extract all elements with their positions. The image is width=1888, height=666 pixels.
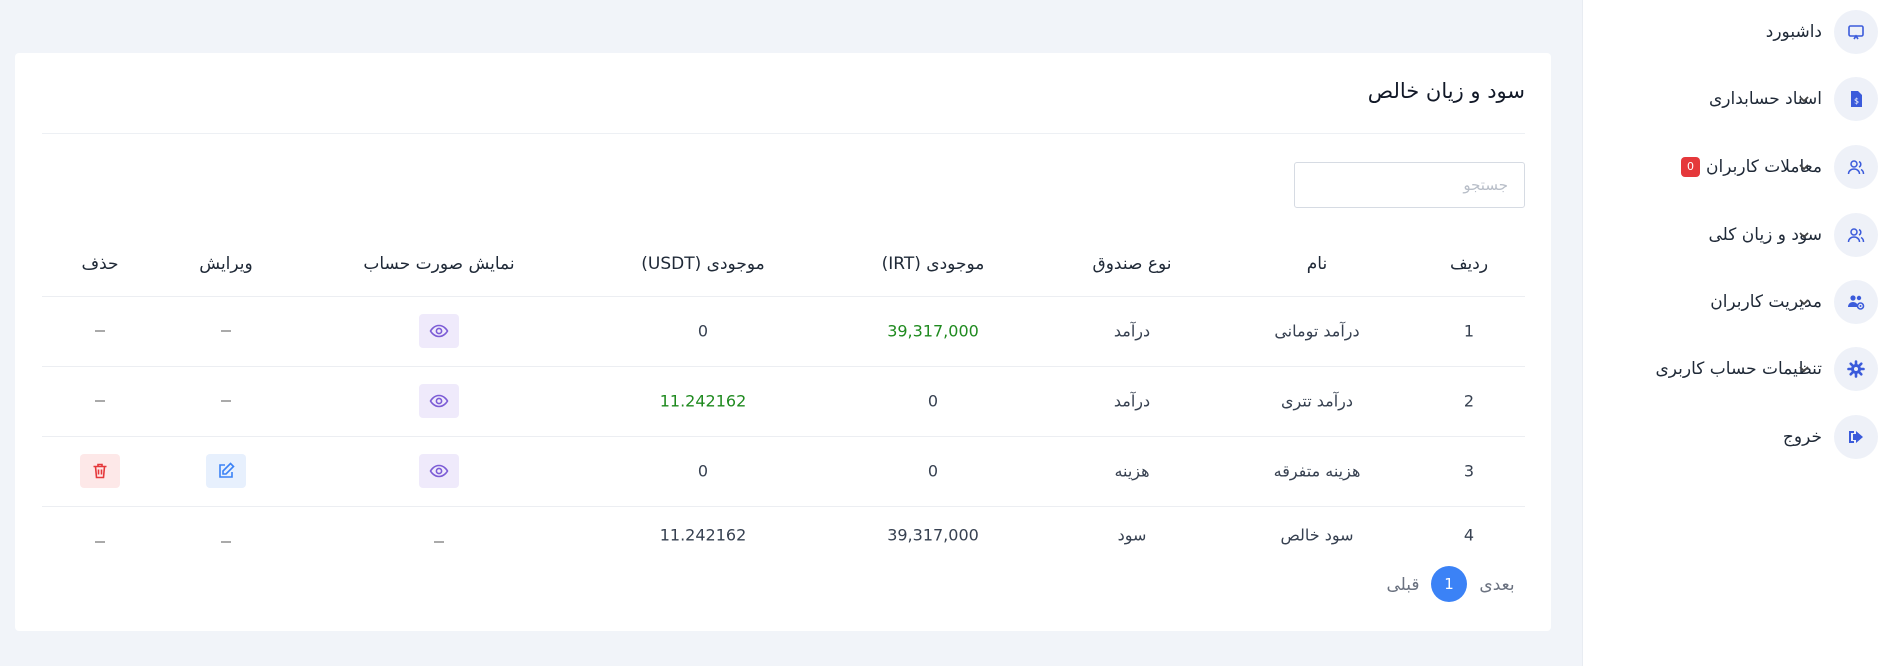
pagination-next[interactable]: بعدی: [1479, 575, 1514, 595]
empty-dash: [95, 330, 105, 332]
chevron-down-icon: [1799, 96, 1809, 103]
trash-icon: [93, 463, 107, 479]
view-statement-button[interactable]: [419, 454, 459, 488]
column-header-fund-type: نوع صندوق: [1092, 254, 1172, 274]
cell-balance-irt: 0: [927, 461, 939, 481]
row-divider: [42, 436, 1525, 437]
cell-fund-type: درآمد: [1113, 391, 1151, 411]
empty-dash: [221, 541, 231, 543]
pagination-page-1[interactable]: 1: [1431, 566, 1467, 602]
search-input[interactable]: [1294, 162, 1525, 208]
cell-balance-irt: 39,317,000: [887, 321, 979, 341]
column-header-delete: حذف: [81, 254, 119, 274]
eye-icon: [429, 394, 449, 408]
empty-dash: [95, 400, 105, 402]
cell-name: درآمد تتری: [1281, 391, 1353, 411]
users-cog-icon: [1834, 280, 1878, 324]
notification-badge: 0: [1681, 157, 1701, 177]
cell-balance-usdt: 11.242162: [659, 525, 747, 545]
cell-index: 4: [1463, 525, 1475, 545]
divider: [42, 133, 1525, 134]
invoice-icon: $: [1834, 77, 1878, 121]
column-header-balance-irt: موجودی (IRT): [881, 254, 985, 274]
row-divider: [42, 366, 1525, 367]
sidebar-item-accounting-documents[interactable]: $ اسناد حسابداری: [1588, 75, 1878, 123]
eye-icon: [429, 464, 449, 478]
cell-fund-type: سود: [1117, 525, 1147, 545]
sidebar-item-label: داشبورد: [1765, 22, 1822, 42]
cell-name: سود خالص: [1280, 525, 1354, 545]
empty-dash: [95, 541, 105, 543]
column-header-index: ردیف: [1449, 254, 1489, 274]
chevron-down-icon: [1799, 299, 1809, 306]
edit-icon: [219, 462, 235, 478]
sidebar-item-total-profit-loss[interactable]: سود و زیان کلی: [1588, 211, 1878, 259]
eye-icon: [429, 324, 449, 338]
row-divider: [42, 296, 1525, 297]
empty-dash: [221, 400, 231, 402]
cell-balance-irt: 0: [927, 391, 939, 411]
presentation-icon: [1834, 10, 1878, 54]
cell-fund-type: هزینه: [1114, 461, 1150, 481]
row-divider: [42, 506, 1525, 507]
cell-name: درآمد تومانی: [1274, 321, 1360, 341]
sidebar-item-label: خروج: [1782, 427, 1822, 447]
users-icon: [1834, 213, 1878, 257]
cell-name: هزینه متفرقه: [1273, 461, 1361, 481]
main-card: سود و زیان خالص ردیف نام نوع صندوق موجود…: [15, 53, 1551, 631]
chevron-down-icon: [1799, 232, 1809, 239]
sidebar-item-logout[interactable]: خروج: [1588, 413, 1878, 461]
chevron-down-icon: [1799, 366, 1809, 373]
cell-balance-usdt: 0: [697, 321, 709, 341]
cell-index: 2: [1463, 391, 1475, 411]
view-statement-button[interactable]: [419, 384, 459, 418]
users-icon: [1834, 145, 1878, 189]
view-statement-button[interactable]: [419, 314, 459, 348]
edit-button[interactable]: [206, 454, 246, 488]
sidebar: داشبورد $ اسناد حسابداری معاملات کاربران…: [1582, 0, 1888, 666]
delete-button[interactable]: [80, 454, 120, 488]
logout-icon: [1834, 415, 1878, 459]
cell-balance-usdt: 0: [697, 461, 709, 481]
gear-icon: [1834, 347, 1878, 391]
svg-text:$: $: [1854, 97, 1859, 106]
cell-fund-type: درآمد: [1113, 321, 1151, 341]
column-header-edit: ویرایش: [199, 254, 253, 274]
sidebar-item-user-management[interactable]: مدیریت کاربران: [1588, 278, 1878, 326]
column-header-name: نام: [1306, 254, 1328, 274]
pagination-prev[interactable]: قبلی: [1386, 575, 1419, 595]
page-title: سود و زیان خالص: [1367, 79, 1525, 103]
column-header-statement: نمایش صورت حساب: [363, 254, 515, 274]
sidebar-item-user-transactions[interactable]: معاملات کاربران 0: [1588, 143, 1878, 191]
cell-index: 3: [1463, 461, 1475, 481]
sidebar-item-dashboard[interactable]: داشبورد: [1588, 8, 1878, 56]
empty-dash: [221, 330, 231, 332]
cell-balance-irt: 39,317,000: [887, 525, 979, 545]
chevron-down-icon: [1799, 164, 1809, 171]
cell-index: 1: [1463, 321, 1475, 341]
sidebar-item-account-settings[interactable]: تنظیمات حساب کاربری: [1588, 345, 1878, 393]
cell-balance-usdt: 11.242162: [659, 391, 747, 411]
empty-dash: [434, 541, 444, 543]
column-header-balance-usdt: موجودی (USDT): [641, 254, 765, 274]
